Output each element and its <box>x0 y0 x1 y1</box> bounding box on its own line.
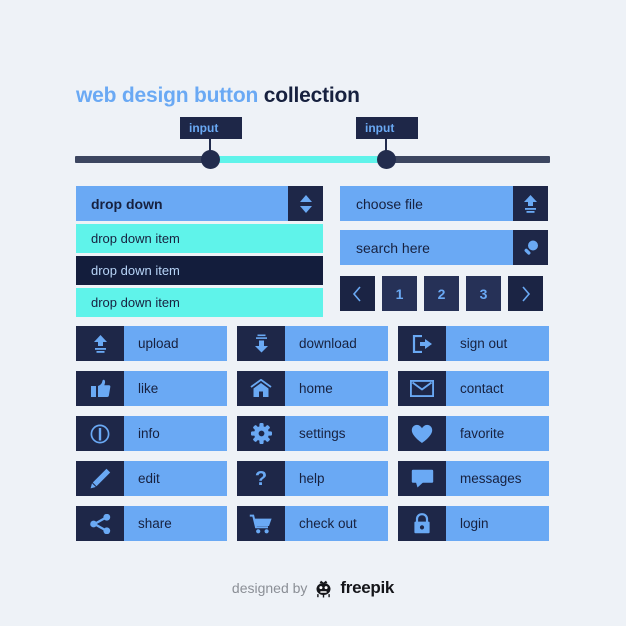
button-grid: upload download sign out like home conta… <box>76 326 550 541</box>
upload-button[interactable]: upload <box>76 326 227 361</box>
help-button-label: help <box>299 471 325 486</box>
search-icon[interactable] <box>513 230 548 265</box>
upload-button-label: upload <box>138 336 179 351</box>
download-button-label: download <box>299 336 357 351</box>
search-field-value: search here <box>356 239 430 256</box>
edit-button-label: edit <box>138 471 160 486</box>
info-icon <box>76 416 124 451</box>
footer-designed-by: designed by <box>231 580 308 596</box>
footer: designed by freepik <box>0 578 626 598</box>
slider-tooltip-right: input <box>356 117 418 139</box>
favorite-button-label: favorite <box>460 426 505 441</box>
pagination-page-label: 2 <box>437 285 446 302</box>
question-mark-icon: ? <box>237 461 285 496</box>
slider-handle-left[interactable] <box>201 150 220 169</box>
range-slider[interactable]: input input <box>75 117 550 170</box>
dropdown[interactable]: drop down drop down item drop down item … <box>76 186 323 317</box>
lock-icon <box>398 506 446 541</box>
slider-tooltip-right-label: input <box>365 121 395 135</box>
pagination-page-3[interactable]: 3 <box>466 276 501 311</box>
sign-out-button[interactable]: sign out <box>398 326 549 361</box>
pagination-page-label: 3 <box>479 285 488 302</box>
chevron-up-down-icon[interactable] <box>288 186 323 221</box>
dropdown-header-label: drop down <box>91 195 163 212</box>
shopping-cart-icon <box>237 506 285 541</box>
dropdown-item-label: drop down item <box>91 231 180 246</box>
svg-text:?: ? <box>255 468 267 490</box>
gear-icon <box>237 416 285 451</box>
pagination-page-label: 1 <box>395 285 404 302</box>
pagination[interactable]: 1 2 3 <box>340 276 543 311</box>
page-title: web design button collection <box>76 84 360 108</box>
heart-icon <box>398 416 446 451</box>
contact-button-label: contact <box>460 381 504 396</box>
footer-brand: freepik <box>340 578 395 597</box>
dropdown-item-label: drop down item <box>91 295 180 310</box>
contact-button[interactable]: contact <box>398 371 549 406</box>
check-out-button[interactable]: check out <box>237 506 388 541</box>
slider-handle-right[interactable] <box>377 150 396 169</box>
pencil-icon <box>76 461 124 496</box>
freepik-logo-icon <box>314 579 333 598</box>
help-button[interactable]: ? help <box>237 461 388 496</box>
dropdown-item[interactable]: drop down item <box>76 256 323 285</box>
pagination-next-button[interactable] <box>508 276 543 311</box>
envelope-icon <box>398 371 446 406</box>
thumbs-up-icon <box>76 371 124 406</box>
chevron-left-icon <box>352 285 361 302</box>
home-button-label: home <box>299 381 333 396</box>
pagination-page-2[interactable]: 2 <box>424 276 459 311</box>
page-title-highlight: web design button <box>76 84 259 107</box>
slider-tooltip-left: input <box>180 117 242 139</box>
dropdown-item-label: drop down item <box>91 263 180 278</box>
speech-bubble-icon <box>398 461 446 496</box>
chevron-right-icon <box>522 285 531 302</box>
sign-out-icon <box>398 326 446 361</box>
download-icon <box>237 326 285 361</box>
share-icon <box>76 506 124 541</box>
slider-fill <box>210 156 386 163</box>
check-out-button-label: check out <box>299 516 357 531</box>
like-button-label: like <box>138 381 159 396</box>
sign-out-button-label: sign out <box>460 336 508 351</box>
home-icon <box>237 371 285 406</box>
pagination-prev-button[interactable] <box>340 276 375 311</box>
choose-file-field[interactable]: choose file <box>340 186 548 221</box>
upload-icon[interactable] <box>513 186 548 221</box>
settings-button-label: settings <box>299 426 346 441</box>
dropdown-header[interactable]: drop down <box>76 186 323 221</box>
pagination-page-1[interactable]: 1 <box>382 276 417 311</box>
favorite-button[interactable]: favorite <box>398 416 549 451</box>
messages-button-label: messages <box>460 471 522 486</box>
share-button-label: share <box>138 516 172 531</box>
share-button[interactable]: share <box>76 506 227 541</box>
login-button[interactable]: login <box>398 506 549 541</box>
slider-tooltip-left-label: input <box>189 121 219 135</box>
like-button[interactable]: like <box>76 371 227 406</box>
messages-button[interactable]: messages <box>398 461 549 496</box>
search-field[interactable]: search here <box>340 230 548 265</box>
dropdown-item[interactable]: drop down item <box>76 288 323 317</box>
page-root: web design button collection input input… <box>0 0 626 626</box>
upload-icon <box>76 326 124 361</box>
page-title-rest: collection <box>263 84 360 107</box>
edit-button[interactable]: edit <box>76 461 227 496</box>
choose-file-value: choose file <box>356 195 423 212</box>
dropdown-item[interactable]: drop down item <box>76 224 323 253</box>
info-button-label: info <box>138 426 160 441</box>
info-button[interactable]: info <box>76 416 227 451</box>
login-button-label: login <box>460 516 489 531</box>
home-button[interactable]: home <box>237 371 388 406</box>
download-button[interactable]: download <box>237 326 388 361</box>
settings-button[interactable]: settings <box>237 416 388 451</box>
